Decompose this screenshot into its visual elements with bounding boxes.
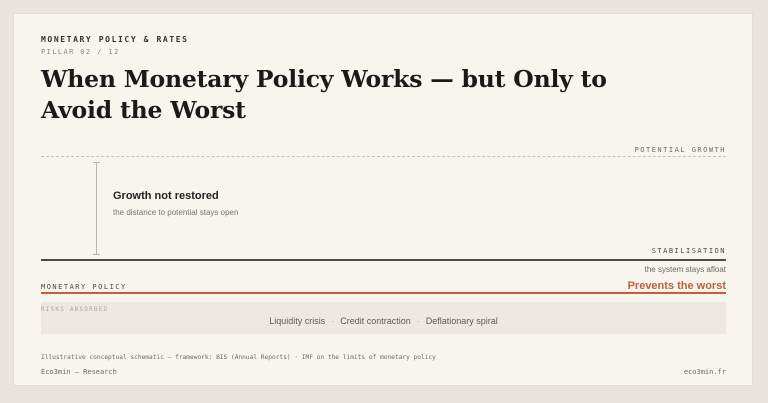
pillar-counter: PILLAR 02 / 12 <box>41 48 120 56</box>
monetary-policy-line <box>41 292 726 294</box>
monetary-policy-outcome: Prevents the worst <box>627 280 726 292</box>
risk-separator: · <box>331 316 335 326</box>
page-title: When Monetary Policy Works — but Only to… <box>41 65 607 124</box>
potential-growth-line <box>41 156 726 157</box>
risk-separator: · <box>416 316 420 326</box>
gap-subtitle: the distance to potential stays open <box>113 208 239 217</box>
footer-brand: Eco3min — Research <box>41 368 117 376</box>
infographic-card: MONETARY POLICY & RATES PILLAR 02 / 12 W… <box>13 13 753 386</box>
risks-list: Liquidity crisis · Credit contraction · Defl… <box>41 316 726 326</box>
gap-bracket-bottom-cap <box>93 254 100 255</box>
risks-absorbed-box: RISKS ABSORBED Liquidity crisis · Credit c… <box>41 302 726 334</box>
risk-item: Credit contraction <box>340 316 411 326</box>
stabilisation-note: the system stays afloat <box>644 265 726 274</box>
monetary-policy-label: MONETARY POLICY <box>41 283 127 291</box>
stabilisation-line <box>41 259 726 261</box>
source-note: Illustrative conceptual schematic — fram… <box>41 354 436 361</box>
potential-growth-label: POTENTIAL GROWTH <box>634 146 726 154</box>
risks-absorbed-label: RISKS ABSORBED <box>41 306 109 313</box>
section-kicker: MONETARY POLICY & RATES <box>41 35 189 44</box>
gap-title: Growth not restored <box>113 190 219 202</box>
risk-item: Liquidity crisis <box>269 316 326 326</box>
footer-site-link[interactable]: eco3min.fr <box>684 368 726 376</box>
risk-item: Deflationary spiral <box>425 316 498 326</box>
gap-bracket <box>96 162 97 255</box>
stabilisation-label: STABILISATION <box>651 247 726 255</box>
